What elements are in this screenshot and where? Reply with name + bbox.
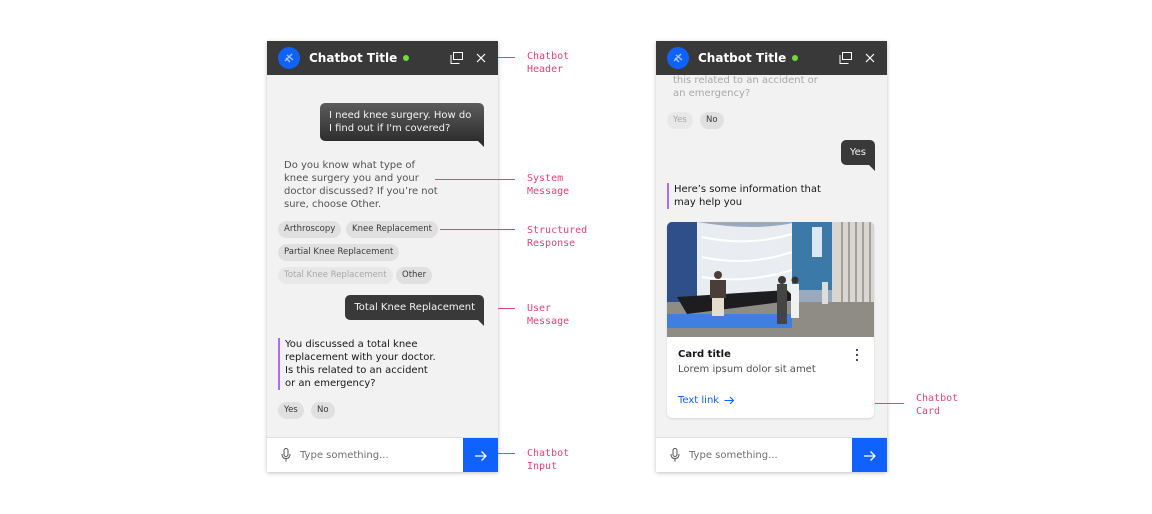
overflow-menu-icon	[856, 349, 858, 352]
message-input[interactable]	[689, 449, 839, 461]
popout-button[interactable]	[837, 50, 853, 66]
chatbot-title: Chatbot Title	[309, 51, 398, 65]
overflow-menu-icon	[856, 358, 858, 361]
chatbot-input	[267, 437, 498, 472]
card-link-label: Text link	[678, 395, 720, 406]
chip-partial-knee-replacement[interactable]: Partial Knee Replacement	[278, 244, 400, 261]
system-message-previous: this related to an accident or an emerge…	[673, 75, 818, 99]
overflow-menu-button[interactable]	[854, 348, 860, 362]
annotation-leader-line	[498, 57, 515, 58]
microphone-button[interactable]	[280, 448, 292, 462]
arrow-right-icon	[863, 450, 876, 461]
system-message: Here’s some information that may help yo…	[667, 183, 842, 209]
chip-yes[interactable]: Yes	[278, 402, 304, 419]
arrow-right-icon	[724, 396, 735, 405]
message-input[interactable]	[300, 449, 450, 461]
bot-avatar	[667, 47, 689, 69]
annotation-chatbot-card: Chatbot Card	[916, 393, 959, 417]
chip-yes[interactable]: Yes	[667, 112, 693, 129]
arrow-right-icon	[474, 450, 487, 461]
close-icon	[476, 53, 486, 63]
system-message: Do you know what type of knee surgery yo…	[284, 160, 438, 210]
close-button[interactable]	[862, 50, 878, 66]
bot-logo-icon	[673, 53, 683, 63]
chip-arthroscopy[interactable]: Arthroscopy	[278, 221, 342, 238]
microphone-icon	[670, 448, 680, 462]
user-message-text: Total Knee Replacement	[354, 302, 475, 313]
annotation-chatbot-header: Chatbot Header	[527, 51, 570, 75]
user-message: Total Knee Replacement	[345, 295, 484, 326]
chip-no[interactable]: No	[311, 402, 335, 419]
online-status-dot	[792, 55, 799, 61]
microphone-button[interactable]	[669, 448, 681, 462]
annotation-leader-line	[498, 308, 515, 309]
chip-no[interactable]: No	[700, 112, 724, 129]
exhibit-photo-illustration	[667, 222, 874, 337]
popout-button[interactable]	[448, 50, 464, 66]
card-text-link[interactable]: Text link	[678, 395, 735, 406]
card-title: Card title	[678, 349, 731, 360]
chat-body[interactable]: I need knee surgery. How do I find out i…	[267, 75, 498, 437]
online-status-dot	[403, 55, 410, 61]
send-button[interactable]	[852, 438, 887, 472]
annotation-leader-line	[875, 403, 904, 404]
popout-icon	[450, 52, 463, 64]
overflow-menu-icon	[856, 353, 858, 356]
annotation-leader-line	[498, 453, 515, 454]
annotation-structured-response: Structured Response	[527, 225, 588, 249]
chatbot-header: Chatbot Title	[656, 41, 887, 75]
annotation-user-message: User Message	[527, 303, 570, 327]
chip-knee-replacement[interactable]: Knee Replacement	[346, 221, 438, 238]
user-message: Yes	[840, 140, 876, 171]
microphone-icon	[281, 448, 291, 462]
chatbot-window-left: Chatbot Title I need knee surgery. How d…	[267, 41, 498, 472]
card-description: Lorem ipsum dolor sit amet	[678, 364, 816, 375]
system-message: You discussed a total knee replacement w…	[278, 338, 438, 390]
user-message: I need knee surgery. How do I find out i…	[320, 103, 484, 147]
chatbot-window-right: Chatbot Title this related to an acciden…	[656, 41, 887, 472]
chip-total-knee-replacement[interactable]: Total Knee Replacement	[278, 267, 393, 284]
chatbot-card: Card title Lorem ipsum dolor sit amet Te…	[667, 222, 874, 418]
card-image	[667, 222, 874, 337]
send-button[interactable]	[463, 438, 498, 472]
close-icon	[865, 53, 875, 63]
bot-avatar	[278, 47, 300, 69]
annotation-leader-line	[435, 179, 515, 180]
chatbot-title: Chatbot Title	[698, 51, 787, 65]
close-button[interactable]	[473, 50, 489, 66]
annotation-leader-line	[440, 229, 515, 230]
bot-logo-icon	[284, 53, 294, 63]
popout-icon	[839, 52, 852, 64]
user-message-text: I need knee surgery. How do I find out i…	[329, 110, 472, 134]
user-message-text: Yes	[849, 147, 866, 158]
chatbot-header: Chatbot Title	[267, 41, 498, 75]
chatbot-input	[656, 437, 887, 472]
annotation-chatbot-input: Chatbot Input	[527, 448, 570, 472]
annotation-system-message: System Message	[527, 173, 570, 197]
chip-other[interactable]: Other	[396, 267, 433, 284]
chat-body[interactable]: this related to an accident or an emerge…	[656, 75, 887, 437]
